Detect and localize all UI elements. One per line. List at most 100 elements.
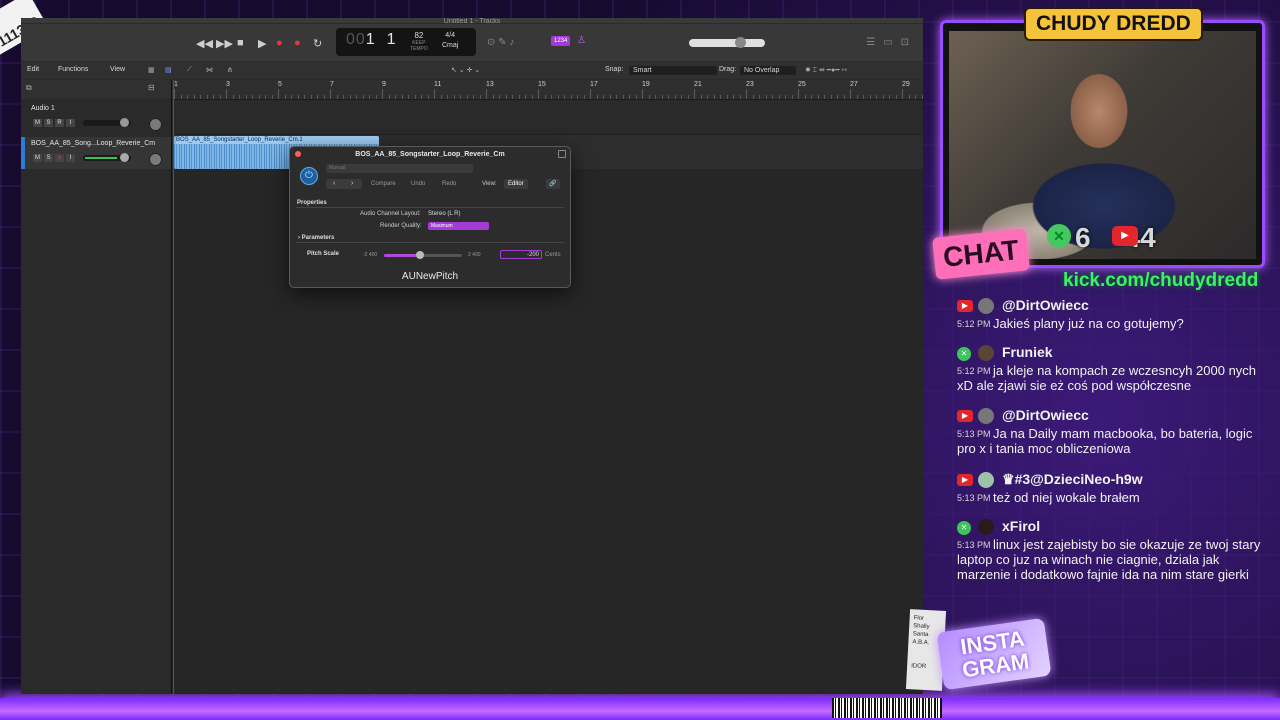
list-view-icon[interactable]: ▦	[148, 66, 155, 74]
parameters-label[interactable]: › Parameters	[298, 235, 334, 241]
ruler-tick	[206, 95, 208, 99]
lcd-mode-badge[interactable]: 1234	[551, 36, 571, 46]
pointer-tool-icon[interactable]: ↖ ⌄ ✛ ⌄	[451, 66, 480, 74]
ruler-tick	[421, 95, 422, 99]
snap-select[interactable]: Smart	[629, 66, 717, 75]
previous-preset-button[interactable]: ‹	[333, 179, 335, 189]
ruler-tick	[772, 95, 773, 99]
master-volume-knob[interactable]	[735, 37, 746, 48]
ruler-tick	[323, 95, 325, 99]
playhead[interactable]	[173, 80, 174, 694]
track-volume-fader[interactable]	[83, 153, 131, 162]
play-button[interactable]: ▶	[258, 37, 266, 50]
input-monitor-button[interactable]: I	[66, 119, 75, 127]
track-volume-fader[interactable]	[83, 118, 131, 127]
ruler-tick	[193, 95, 195, 99]
global-tracks-icon[interactable]: ⊟	[148, 83, 155, 92]
view-menu[interactable]: View	[110, 66, 125, 73]
solo-button[interactable]: S	[44, 154, 53, 162]
daw-window: Untitled 1 - Tracks ◀◀ ▶▶ ■ ▶ ● ● ↻ 001 …	[21, 18, 923, 694]
track-row[interactable]: Audio 1 MSRI	[21, 102, 171, 134]
new-track-icon[interactable]: ⧉	[26, 83, 32, 93]
kick-icon: ✕	[957, 521, 971, 535]
master-volume-slider[interactable]	[689, 37, 765, 48]
ruler-tick	[700, 95, 702, 99]
ruler-tick	[492, 95, 494, 99]
preset-select[interactable]: Manual	[326, 164, 473, 173]
catch-icon[interactable]: ⋔	[227, 66, 233, 74]
cycle-button[interactable]: ↻	[313, 37, 322, 50]
chat-time: 5:13 PM	[957, 540, 991, 550]
ruler-tick	[889, 95, 890, 99]
ruler-tick	[369, 95, 370, 99]
ruler-tick	[180, 95, 182, 99]
record-button[interactable]: ●	[276, 37, 283, 49]
automation-icon[interactable]: ⟋	[187, 66, 192, 74]
record-enable-button[interactable]: ●	[55, 154, 64, 162]
edit-menu[interactable]: Edit	[27, 66, 39, 73]
zoom-controls-icon[interactable]: ✹ ⌶ ⇹ ━●━ ⇿	[805, 66, 847, 75]
ruler-tick	[304, 95, 305, 99]
ruler-tick	[356, 95, 357, 99]
ruler-bar-number: 5	[278, 81, 282, 88]
metronome-icon[interactable]: ⊙ ✎ ♪	[487, 37, 514, 48]
next-preset-button[interactable]: ›	[351, 179, 353, 189]
pan-knob[interactable]	[149, 153, 162, 166]
pitch-scale-slider[interactable]	[384, 251, 462, 259]
ruler-bar-number: 9	[382, 81, 386, 88]
view-toggle-icons[interactable]: ☰▭⊡	[866, 37, 917, 48]
functions-menu[interactable]: Functions	[58, 66, 88, 73]
tracks-view-icon[interactable]: ▤	[165, 66, 172, 74]
drag-select[interactable]: No Overlap	[740, 66, 796, 75]
chat-time: 5:13 PM	[957, 429, 991, 439]
ruler-tick	[739, 95, 741, 99]
rewind-button[interactable]: ◀◀	[196, 37, 213, 50]
stop-button[interactable]: ■	[237, 37, 244, 49]
pitch-value-field[interactable]: -200	[500, 250, 542, 259]
forward-button[interactable]: ▶▶	[216, 37, 233, 50]
flex-icon[interactable]: ⋈	[206, 66, 213, 74]
record-enable-button[interactable]: R	[55, 119, 64, 127]
view-select[interactable]: Editor	[504, 179, 528, 189]
input-monitor-button[interactable]: I	[66, 154, 75, 162]
ruler-tick	[297, 95, 299, 99]
ruler-tick	[733, 95, 734, 99]
fader-knob[interactable]	[120, 118, 129, 127]
preset-nav: ‹ ›	[326, 179, 362, 189]
mute-button[interactable]: M	[33, 154, 42, 162]
fader-knob[interactable]	[120, 153, 129, 162]
render-quality-select[interactable]: Maximum	[428, 222, 489, 230]
ruler-tick	[778, 95, 780, 99]
chat-username: ♛#3@DzieciNeo-h9w	[1002, 471, 1143, 487]
ruler-tick	[856, 95, 858, 99]
capture-record-button[interactable]: ●	[294, 37, 301, 49]
youtube-logo-icon: ▶	[1112, 226, 1138, 246]
avatar	[978, 519, 994, 535]
compare-button[interactable]: Compare	[371, 181, 396, 187]
crown-icon: ♛	[1002, 471, 1015, 487]
lcd-display[interactable]: 001 1 82 KEEP TEMPO 4/4 Cmaj	[336, 28, 476, 56]
bar-ruler[interactable]: 1 3 5 7 9 11 13 15 17 19 21 23 25 27 29	[172, 80, 923, 100]
ruler-tick	[570, 95, 572, 99]
ruler-tick	[661, 95, 663, 99]
pitch-min-label: -2 400	[363, 252, 378, 258]
ruler-tick	[791, 95, 793, 99]
slider-knob[interactable]	[415, 251, 424, 259]
pan-knob[interactable]	[149, 118, 162, 131]
tuner-icon[interactable]: ♙	[577, 35, 586, 46]
link-icon[interactable]: 🔗	[546, 179, 560, 189]
ruler-tick	[408, 95, 409, 99]
undo-button[interactable]: Undo	[411, 181, 425, 187]
power-button[interactable]: ⏻	[300, 167, 318, 185]
chat-message: ▶ @DirtOwiecc 5:13 PM Ja na Daily mam macb…	[955, 406, 1267, 456]
youtube-icon: ▶	[957, 410, 973, 422]
track-lane[interactable]	[172, 100, 923, 135]
ruler-bar-number: 25	[798, 81, 806, 88]
redo-button[interactable]: Redo	[442, 181, 456, 187]
ruler-tick	[882, 95, 884, 99]
mute-button[interactable]: M	[33, 119, 42, 127]
ruler-bar-number: 23	[746, 81, 754, 88]
solo-button[interactable]: S	[44, 119, 53, 127]
ruler-tick	[707, 95, 708, 99]
track-row[interactable]: BOS_AA_85_Song...Loop_Reverie_Cm M S ● I	[21, 137, 171, 169]
